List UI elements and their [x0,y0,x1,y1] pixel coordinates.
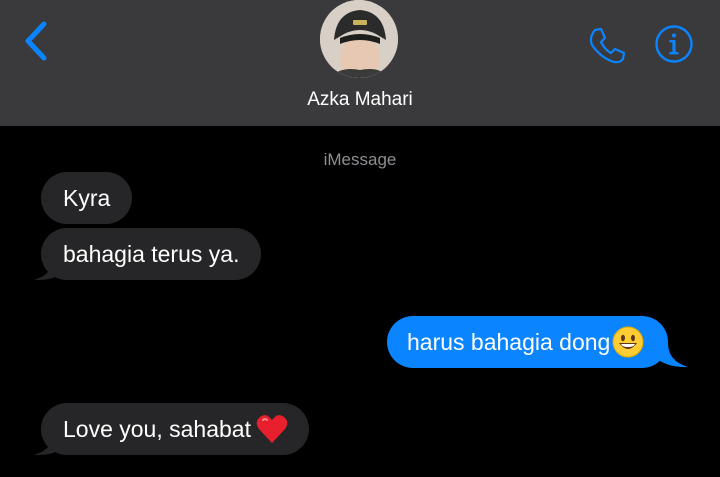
phone-icon[interactable] [586,24,628,66]
message-bubble-incoming[interactable]: Kyra [41,172,133,224]
message-text: Kyra [63,185,111,211]
message-text: harus bahagia dong [407,329,611,355]
grinning-face-icon [612,326,644,358]
message-bubble-incoming[interactable]: Love you, sahabat [41,403,309,455]
service-label: iMessage [323,150,397,169]
avatar[interactable] [320,0,398,78]
info-icon[interactable] [654,24,694,64]
contact-name[interactable]: Azka Mahari [0,89,720,111]
conversation-header: Azka Mahari [0,0,720,126]
chevron-left-icon[interactable] [22,20,50,62]
message-text: bahagia terus ya. [63,241,240,267]
message-bubble-incoming[interactable]: bahagia terus ya. [41,228,262,280]
message-text: Love you, sahabat [63,416,251,442]
red-heart-icon [256,414,288,443]
message-bubble-outgoing[interactable]: harus bahagia dong [387,316,669,368]
